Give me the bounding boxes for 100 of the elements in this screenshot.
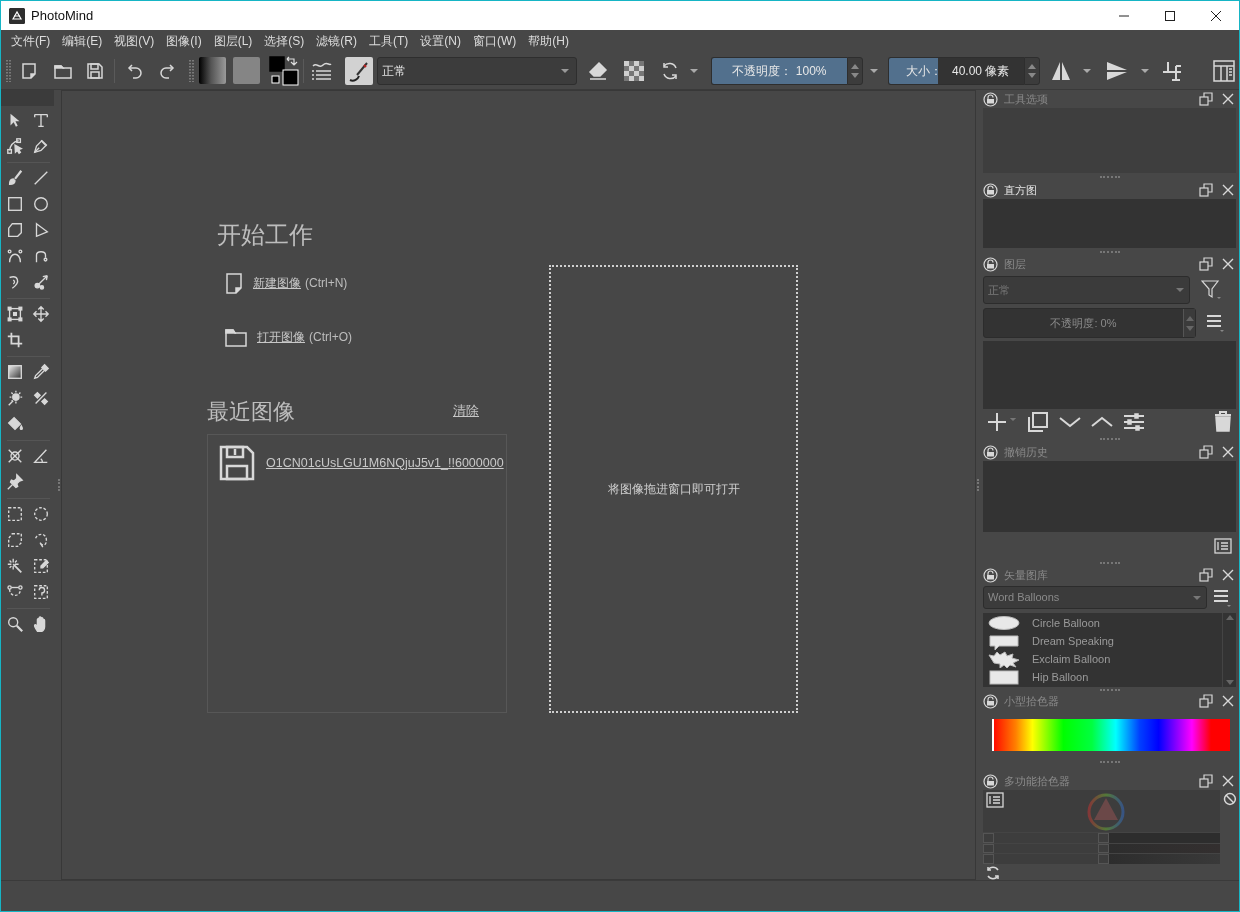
- pen-nib-icon[interactable]: [32, 137, 50, 155]
- menu-item[interactable]: 滤镜(R): [310, 32, 363, 50]
- sparkle-icon[interactable]: [6, 389, 24, 407]
- link[interactable]: 打开图像: [257, 328, 305, 346]
- plus-icon[interactable]: [987, 412, 1007, 432]
- gradient-icon[interactable]: [6, 363, 24, 381]
- rectangle-icon[interactable]: [6, 195, 24, 213]
- ellipse-icon[interactable]: [32, 195, 50, 213]
- menu-item[interactable]: 窗口(W): [467, 32, 523, 50]
- caret-icon[interactable]: [1082, 67, 1092, 74]
- node-edit-icon[interactable]: [6, 137, 24, 155]
- wrap-around-icon[interactable]: [1161, 59, 1183, 82]
- polygon-icon[interactable]: [6, 221, 24, 239]
- swatch-grid[interactable]: [983, 832, 1221, 864]
- transform-icon[interactable]: [6, 305, 24, 323]
- menu-item[interactable]: 帮助(H): [522, 32, 575, 50]
- crossed-circle-icon[interactable]: [6, 447, 24, 465]
- magnetic-select-icon[interactable]: [32, 583, 50, 601]
- lock-icon[interactable]: [983, 693, 998, 709]
- caret-icon[interactable]: [1140, 67, 1150, 74]
- undo-icon[interactable]: [127, 61, 143, 80]
- list-item[interactable]: Circle Balloon: [983, 614, 1222, 632]
- menu-item[interactable]: 图层(L): [207, 32, 259, 50]
- multibrush-icon[interactable]: [32, 273, 50, 291]
- duplicate-icon[interactable]: [1027, 411, 1049, 433]
- resize-handle[interactable]: [1100, 688, 1120, 691]
- save-icon[interactable]: [219, 445, 255, 481]
- move-icon[interactable]: [32, 305, 50, 323]
- lasso-select-icon[interactable]: [32, 531, 50, 549]
- lock-icon[interactable]: [983, 567, 998, 583]
- resize-handle[interactable]: [1100, 760, 1120, 763]
- new-document-icon[interactable]: [20, 61, 38, 80]
- menu-item[interactable]: 编辑(E): [56, 32, 109, 50]
- chevron-down-icon[interactable]: [1059, 414, 1081, 430]
- fill-bucket-icon[interactable]: [6, 415, 24, 433]
- lock-icon[interactable]: [983, 444, 998, 460]
- lock-icon[interactable]: [983, 256, 998, 272]
- float-icon[interactable]: [1199, 257, 1213, 271]
- caret-icon[interactable]: [869, 67, 879, 74]
- menu-item[interactable]: 文件(F): [5, 32, 57, 50]
- save-icon[interactable]: [86, 61, 104, 80]
- file-link[interactable]: O1CN01cUsLGU1M6NQjuJ5v1_!!6000000: [266, 453, 504, 473]
- new-document-icon[interactable]: [225, 272, 243, 294]
- clear-link[interactable]: 清除: [453, 401, 479, 421]
- float-icon[interactable]: [1199, 183, 1213, 197]
- list-view-icon[interactable]: [986, 792, 1004, 808]
- down-arrow-icon[interactable]: [851, 72, 859, 78]
- spin-buttons[interactable]: [847, 56, 863, 85]
- float-icon[interactable]: [1199, 92, 1213, 106]
- float-icon[interactable]: [1199, 445, 1213, 459]
- list-view-icon[interactable]: [1214, 538, 1232, 554]
- hue-slider[interactable]: [992, 719, 1230, 751]
- mirror-vertical-icon[interactable]: [1105, 59, 1129, 82]
- redo-icon[interactable]: [159, 61, 175, 80]
- line-icon[interactable]: [32, 169, 50, 187]
- trash-icon[interactable]: [1213, 411, 1233, 433]
- close-icon[interactable]: [1210, 9, 1222, 22]
- drop-zone[interactable]: 将图像拖进窗口即可打开: [549, 265, 798, 713]
- rectangle-select-icon[interactable]: [6, 505, 24, 523]
- menu-icon[interactable]: [1206, 314, 1224, 332]
- lock-icon[interactable]: [983, 773, 998, 789]
- color-wheel-drawing[interactable]: [1086, 792, 1126, 832]
- resize-handle[interactable]: [1100, 438, 1120, 440]
- opacity-slider[interactable]: 不透明度： 100%: [711, 56, 847, 85]
- no-color-icon[interactable]: [1223, 792, 1237, 806]
- pin-icon[interactable]: [6, 473, 24, 491]
- crop-icon[interactable]: [6, 331, 24, 349]
- list-item[interactable]: Dream Speaking: [983, 632, 1222, 650]
- caret-icon[interactable]: [689, 67, 699, 74]
- text-tool-icon[interactable]: [32, 111, 50, 129]
- sliders-icon[interactable]: [1123, 412, 1145, 432]
- refresh-icon[interactable]: [985, 865, 1001, 881]
- float-icon[interactable]: [1199, 694, 1213, 708]
- menu-item[interactable]: 设置(N): [414, 32, 467, 50]
- checkerboard-icon[interactable]: [624, 60, 644, 81]
- menu-item[interactable]: 工具(T): [363, 32, 415, 50]
- brush-icon[interactable]: [6, 169, 24, 187]
- grip-handle[interactable]: [6, 58, 11, 83]
- up-arrow-icon[interactable]: [851, 63, 859, 69]
- resize-handle[interactable]: [57, 479, 60, 491]
- brush-preset-swatch[interactable]: [345, 56, 373, 85]
- lock-icon[interactable]: [983, 182, 998, 198]
- bezier-curve-icon[interactable]: [6, 247, 24, 265]
- panel-layout-icon[interactable]: [1212, 58, 1236, 83]
- menu-item[interactable]: 图像(I): [160, 32, 208, 50]
- maximize-icon[interactable]: [1164, 9, 1176, 22]
- filter-icon[interactable]: [1201, 279, 1223, 301]
- eraser-icon[interactable]: [588, 60, 608, 81]
- refresh-icon[interactable]: [660, 60, 680, 81]
- pattern-swatch[interactable]: [233, 57, 260, 84]
- polygon-select-icon[interactable]: [6, 531, 24, 549]
- resize-handle[interactable]: [1100, 176, 1120, 178]
- magic-wand-icon[interactable]: [6, 557, 24, 575]
- search-icon[interactable]: [6, 615, 24, 633]
- color-swatches-icon[interactable]: [269, 55, 299, 86]
- blend-mode-dropdown[interactable]: 正常: [377, 56, 577, 85]
- gradient-swatch[interactable]: [199, 57, 226, 84]
- spin-buttons[interactable]: [1024, 56, 1040, 85]
- list-item[interactable]: Hip Balloon: [983, 668, 1222, 686]
- float-icon[interactable]: [1199, 568, 1213, 582]
